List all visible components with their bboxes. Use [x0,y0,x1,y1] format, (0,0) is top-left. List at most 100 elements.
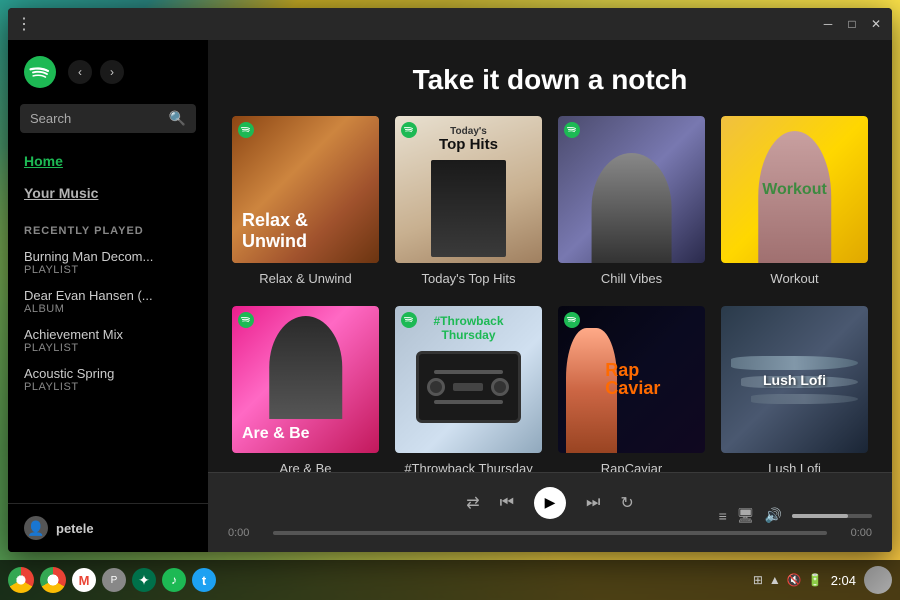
card-image-chill: ▶ [558,116,705,263]
list-item[interactable]: Burning Man Decom... PLAYLIST [8,243,208,282]
taskbar-right: ⊞ ▲ 🔇 🔋 2:04 [753,566,892,594]
card-relax-text: Relax &Unwind [242,210,308,253]
spotify-badge-icon [238,312,254,328]
playlist-type: PLAYLIST [24,381,192,393]
list-item[interactable]: Achievement Mix PLAYLIST [8,321,208,360]
spotify-badge-icon [401,122,417,138]
play-button[interactable]: ▶ [286,360,326,400]
list-item[interactable]: Acoustic Spring PLAYLIST [8,360,208,399]
taskbar-pixelbook-icon[interactable]: P [102,568,126,592]
user-avatar-icon: 👤 [24,516,48,540]
play-button[interactable]: ▶ [449,360,489,400]
lushlofi-text: Lush Lofi [763,372,826,388]
window-titlebar: ⋮ ─ □ ✕ [8,8,892,40]
card-lush-lofi[interactable]: Lush Lofi ▶ Lush Lofi [721,306,868,472]
repeat-button[interactable]: ↻ [620,493,633,513]
card-are-be[interactable]: Are & Be ▶ Are & Be [232,306,379,472]
player-bar: ⇄ ⏮ ▶ ⏭ ↻ 0:00 0:00 ≡ 🖥 🔊 [208,472,892,552]
page-title: Take it down a notch [208,40,892,116]
sidebar-user[interactable]: 👤 petele [8,503,208,552]
next-button[interactable]: ⏭ [586,494,600,512]
taskbar-twitter-icon[interactable]: t [192,568,216,592]
network-icon[interactable]: ⊞ [753,573,763,587]
search-input[interactable] [30,111,161,126]
play-button[interactable]: ▶ [612,170,652,210]
list-item[interactable]: Dear Evan Hansen (... ALBUM [8,282,208,321]
volume-icon[interactable]: 🔊 [765,507,782,524]
playlist-name: Burning Man Decom... [24,249,192,264]
taskbar-system-icons: ⊞ ▲ 🔇 🔋 [753,573,823,587]
card-rapcaviar[interactable]: RapCaviar ▶ RapCaviar [558,306,705,472]
player-progress: 0:00 0:00 [228,527,872,539]
spotify-badge-icon [564,122,580,138]
card-chill-vibes[interactable]: ▶ Chill Vibes [558,116,705,286]
card-label: Relax & Unwind [232,271,379,286]
mute-icon[interactable]: 🔇 [787,573,802,587]
shuffle-button[interactable]: ⇄ [466,493,479,513]
card-image-relax: Relax &Unwind ▶ [232,116,379,263]
card-label: #Throwback Thursday [395,461,542,472]
card-label: Workout [721,271,868,286]
minimize-button[interactable]: ─ [820,16,836,32]
taskbar-spotify-icon[interactable]: ♪ [162,568,186,592]
recently-played-list: Burning Man Decom... PLAYLIST Dear Evan … [8,243,208,503]
card-label: Are & Be [232,461,379,472]
main-content: Take it down a notch [208,40,892,472]
card-image-workout: Workout ▶ [721,116,868,263]
card-top-hits[interactable]: Today's Top Hits ▶ Today's Top Hits [395,116,542,286]
volume-bar[interactable] [792,514,872,518]
rapcaviar-text: RapCaviar [605,362,660,396]
card-label: Lush Lofi [721,461,868,472]
card-label: Today's Top Hits [395,271,542,286]
workout-text: Workout [754,173,835,207]
close-button[interactable]: ✕ [868,16,884,32]
play-pause-button[interactable]: ▶ [534,487,566,519]
progress-bar[interactable] [273,531,827,535]
spotify-badge-icon [564,312,580,328]
maximize-button[interactable]: □ [844,16,860,32]
taskbar-chrome-icon[interactable] [40,567,66,593]
play-button[interactable]: ▶ [286,170,326,210]
card-image-arebe: Are & Be ▶ [232,306,379,453]
taskbar-starbucks-icon[interactable]: ✦ [132,568,156,592]
cards-grid-row1: Relax &Unwind ▶ Relax & Unwind [208,116,892,306]
search-box[interactable]: 🔍 [20,104,196,133]
sidebar: ‹ › 🔍 Home Your Music RECENTLY PLAYED Bu… [8,40,208,552]
devices-icon[interactable]: 🖥 [737,507,755,524]
playlist-type: ALBUM [24,303,192,315]
playlist-name: Acoustic Spring [24,366,192,381]
sidebar-item-home[interactable]: Home [8,145,208,177]
card-workout[interactable]: Workout ▶ Workout [721,116,868,286]
play-button[interactable]: ▶ [449,170,489,210]
playlist-type: PLAYLIST [24,342,192,354]
recently-played-section-title: RECENTLY PLAYED [8,213,208,243]
username: petele [56,521,94,536]
taskbar-chromeos-icon[interactable] [8,567,34,593]
sidebar-nav: Home Your Music [8,141,208,213]
card-image-rapcaviar: RapCaviar ▶ [558,306,705,453]
playlist-name: Dear Evan Hansen (... [24,288,192,303]
taskbar: M P ✦ ♪ t ⊞ ▲ 🔇 🔋 2:04 [0,560,900,600]
sidebar-header: ‹ › [8,40,208,96]
card-image-tophits: Today's Top Hits ▶ [395,116,542,263]
playlist-type: PLAYLIST [24,264,192,276]
battery-icon[interactable]: 🔋 [808,573,823,587]
taskbar-gmail-icon[interactable]: M [72,568,96,592]
volume-fill [792,514,848,518]
back-button[interactable]: ‹ [68,60,92,84]
previous-button[interactable]: ⏮ [500,494,514,512]
app-body: ‹ › 🔍 Home Your Music RECENTLY PLAYED Bu… [8,40,892,552]
forward-button[interactable]: › [100,60,124,84]
queue-icon[interactable]: ≡ [719,508,727,524]
user-photo-icon[interactable] [864,566,892,594]
search-icon: 🔍 [169,110,186,127]
card-relax-unwind[interactable]: Relax &Unwind ▶ Relax & Unwind [232,116,379,286]
time-current: 0:00 [228,527,263,539]
clock: 2:04 [831,573,856,588]
window-menu-icon[interactable]: ⋮ [16,14,32,34]
card-label: RapCaviar [558,461,705,472]
wifi-icon[interactable]: ▲ [769,573,781,587]
card-throwback[interactable]: #ThrowbackThursday [395,306,542,472]
sidebar-item-your-music[interactable]: Your Music [8,177,208,209]
spotify-badge-icon [238,122,254,138]
